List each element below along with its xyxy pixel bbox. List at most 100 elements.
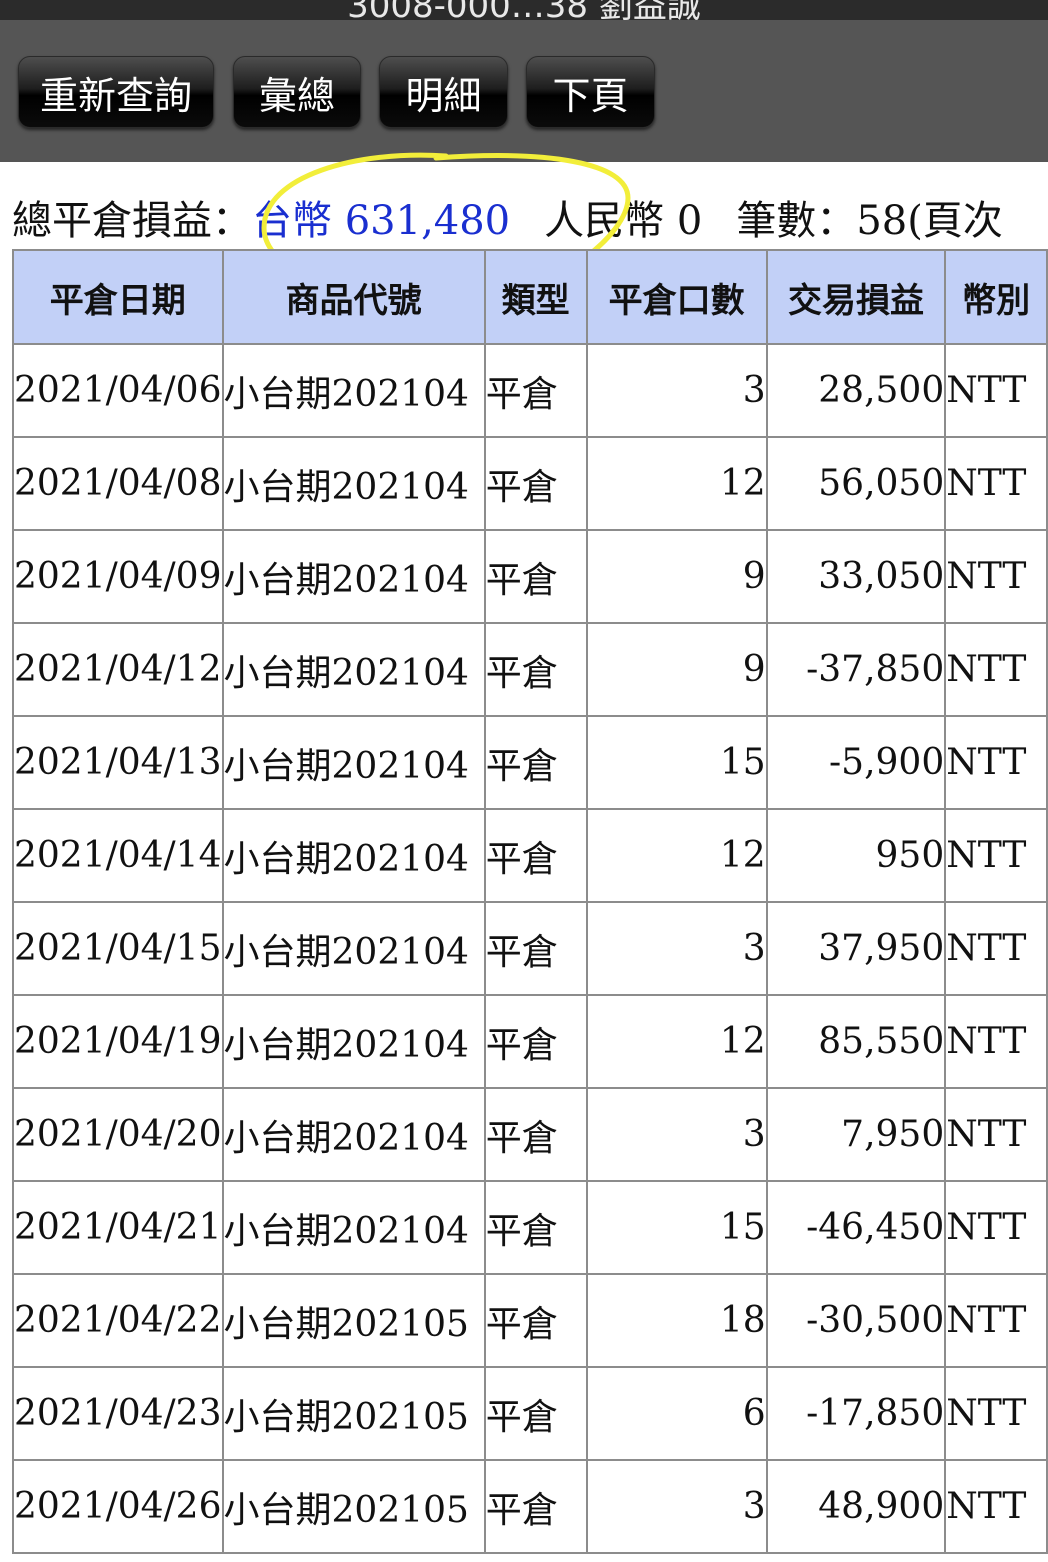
table-row[interactable]: 2021/04/15 小台期202104 平倉 3 37,950 NTT — [12, 901, 1048, 996]
table-row[interactable]: 2021/04/20 小台期202104 平倉 3 7,950 NTT — [12, 1087, 1048, 1182]
next-page-button[interactable]: 下頁 — [526, 56, 655, 128]
trade-pnl: -46,450 — [806, 1207, 945, 1248]
table-row[interactable]: 2021/04/13 小台期202104 平倉 15 -5,900 NTT — [12, 715, 1048, 810]
table-row[interactable]: 2021/04/19 小台期202104 平倉 12 85,550 NTT — [12, 994, 1048, 1089]
product-name: 小台期 — [223, 1117, 332, 1159]
cell-lots: 12 — [585, 808, 768, 903]
table-row[interactable]: 2021/04/08 小台期202104 平倉 12 56,050 NTT — [12, 436, 1048, 531]
header-lots[interactable]: 平倉口數 — [585, 249, 768, 345]
cell-currency: NTT — [944, 529, 1048, 624]
product-month: 202105 — [331, 1489, 469, 1531]
close-date: 2021/04/15 — [14, 928, 222, 969]
cell-currency: NTT — [944, 622, 1048, 717]
cell-currency: NTT — [944, 436, 1048, 531]
table-row[interactable]: 2021/04/06 小台期202104 平倉 3 28,500 NTT — [12, 343, 1048, 438]
cell-currency: NTT — [944, 901, 1048, 996]
cell-product-code: 小台期202104 — [221, 529, 486, 624]
record-count-label: 筆數： — [736, 198, 857, 244]
table-row[interactable]: 2021/04/09 小台期202104 平倉 9 33,050 NTT — [12, 529, 1048, 624]
product-month: 202104 — [331, 931, 469, 973]
cell-pnl: 950 — [765, 808, 947, 903]
currency-code: NTT — [946, 742, 1027, 783]
header-type[interactable]: 類型 — [483, 249, 588, 345]
cell-lots: 9 — [585, 529, 768, 624]
close-lots: 15 — [719, 742, 766, 783]
requery-button[interactable]: 重新查詢 — [18, 56, 214, 128]
cell-lots: 6 — [585, 1366, 768, 1461]
cell-lots: 15 — [585, 715, 768, 810]
cell-pnl: 33,050 — [765, 529, 947, 624]
cell-pnl: 37,950 — [765, 901, 947, 996]
product-month: 202104 — [331, 559, 469, 601]
close-lots: 12 — [719, 835, 766, 876]
product-month: 202104 — [331, 466, 469, 508]
currency-code: NTT — [946, 1021, 1027, 1062]
cell-pnl: -5,900 — [765, 715, 947, 810]
detail-button[interactable]: 明細 — [379, 56, 508, 128]
product-month: 202104 — [331, 745, 469, 787]
table-row[interactable]: 2021/04/23 小台期202105 平倉 6 -17,850 NTT — [12, 1366, 1048, 1461]
cell-currency: NTT — [944, 1273, 1048, 1368]
cell-type: 平倉 — [483, 808, 588, 903]
close-lots: 15 — [719, 1207, 766, 1248]
cell-close-date: 2021/04/13 — [12, 715, 224, 810]
cell-close-date: 2021/04/26 — [12, 1459, 224, 1554]
trade-pnl: 85,550 — [818, 1021, 945, 1062]
cell-pnl: 56,050 — [765, 436, 947, 531]
table-row[interactable]: 2021/04/26 小台期202105 平倉 3 48,900 NTT — [12, 1459, 1048, 1554]
twd-amount: 631,480 — [344, 198, 511, 244]
header-product-code[interactable]: 商品代號 — [221, 249, 486, 345]
cell-close-date: 2021/04/06 — [12, 343, 224, 438]
twd-total: 台幣 631,480 — [252, 198, 510, 244]
trade-pnl: -17,850 — [806, 1393, 945, 1434]
close-lots: 3 — [742, 1114, 766, 1155]
cell-close-date: 2021/04/15 — [12, 901, 224, 996]
cell-lots: 3 — [585, 901, 768, 996]
trade-pnl: -30,500 — [806, 1300, 945, 1341]
cell-product-code: 小台期202104 — [221, 901, 486, 996]
table-row[interactable]: 2021/04/22 小台期202105 平倉 18 -30,500 NTT — [12, 1273, 1048, 1368]
cell-currency: NTT — [944, 1459, 1048, 1554]
header-close-date[interactable]: 平倉日期 — [12, 249, 224, 345]
cell-lots: 9 — [585, 622, 768, 717]
table-row[interactable]: 2021/04/12 小台期202104 平倉 9 -37,850 NTT — [12, 622, 1048, 717]
summary-button[interactable]: 彙總 — [233, 56, 361, 128]
trade-pnl: 7,950 — [841, 1114, 945, 1155]
currency-code: NTT — [946, 1300, 1027, 1341]
cell-lots: 12 — [585, 994, 768, 1089]
cell-close-date: 2021/04/14 — [12, 808, 224, 903]
trade-pnl: 37,950 — [818, 928, 945, 969]
product-name: 小台期 — [223, 1210, 332, 1252]
cell-product-code: 小台期202104 — [221, 343, 486, 438]
cell-lots: 12 — [585, 436, 768, 531]
close-date: 2021/04/14 — [14, 835, 222, 876]
cell-product-code: 小台期202105 — [221, 1366, 486, 1461]
cell-currency: NTT — [944, 1366, 1048, 1461]
cell-currency: NTT — [944, 343, 1048, 438]
close-lots: 6 — [742, 1393, 766, 1434]
trade-type: 平倉 — [485, 745, 558, 787]
close-date: 2021/04/21 — [14, 1207, 222, 1248]
cell-type: 平倉 — [483, 715, 588, 810]
header-currency[interactable]: 幣別 — [944, 249, 1048, 345]
cell-pnl: 7,950 — [765, 1087, 947, 1182]
cell-lots: 3 — [585, 1087, 768, 1182]
header-pnl[interactable]: 交易損益 — [765, 249, 947, 345]
product-name: 小台期 — [223, 1396, 332, 1438]
trade-type: 平倉 — [485, 1303, 558, 1345]
product-name: 小台期 — [223, 1024, 332, 1066]
cell-pnl: 85,550 — [765, 994, 947, 1089]
cell-close-date: 2021/04/21 — [12, 1180, 224, 1275]
trade-type: 平倉 — [485, 466, 558, 508]
cell-type: 平倉 — [483, 343, 588, 438]
trade-pnl: 48,900 — [818, 1486, 945, 1527]
close-date: 2021/04/06 — [14, 370, 222, 411]
cell-close-date: 2021/04/09 — [12, 529, 224, 624]
currency-code: NTT — [946, 1114, 1027, 1155]
cell-pnl: -30,500 — [765, 1273, 947, 1368]
close-lots: 18 — [719, 1300, 766, 1341]
table-row[interactable]: 2021/04/14 小台期202104 平倉 12 950 NTT — [12, 808, 1048, 903]
currency-code: NTT — [946, 1486, 1027, 1527]
table-row[interactable]: 2021/04/21 小台期202104 平倉 15 -46,450 NTT — [12, 1180, 1048, 1275]
product-name: 小台期 — [223, 373, 332, 415]
